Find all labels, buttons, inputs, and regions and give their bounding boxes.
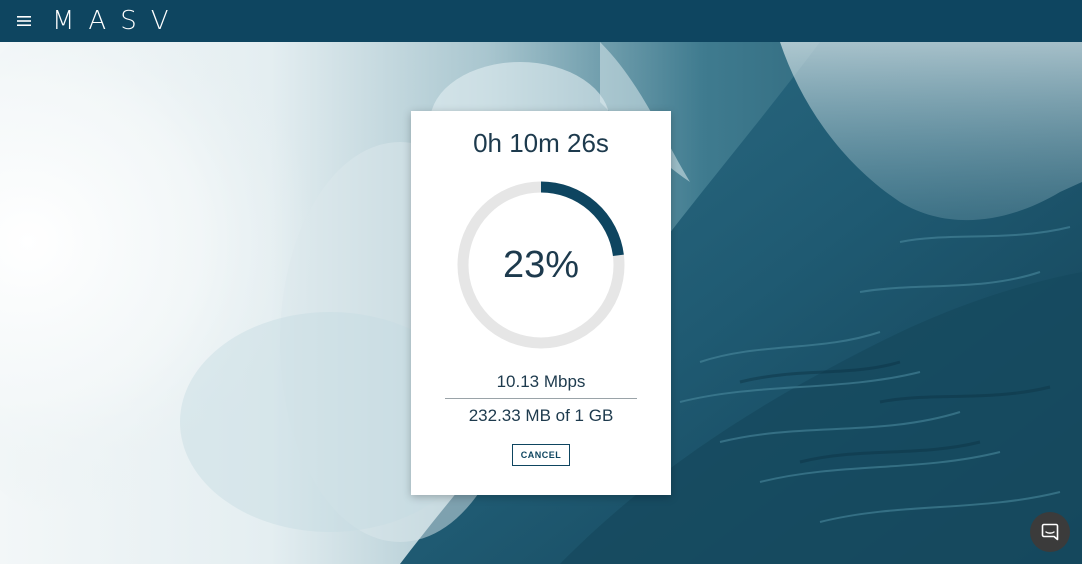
hamburger-menu-icon — [17, 16, 31, 26]
cancel-button[interactable]: CANCEL — [512, 444, 570, 466]
chat-launcher-button[interactable] — [1030, 512, 1070, 552]
progress-percent: 23% — [502, 243, 580, 286]
elapsed-time: 0h 10m 26s — [473, 128, 609, 158]
transfer-speed: 10.13 Mbps — [496, 372, 586, 391]
chat-bubble-icon — [1041, 523, 1059, 541]
top-app-bar: MASV — [0, 0, 1082, 42]
transfer-progress-card: 0h 10m 26s 23% 10.13 Mbps 232.33 MB of 1… — [411, 111, 671, 495]
transferred-size: 232.33 MB of 1 GB — [468, 406, 614, 425]
divider — [445, 398, 637, 399]
masv-logo[interactable]: MASV — [52, 0, 183, 42]
menu-button[interactable] — [0, 0, 48, 42]
upload-progress-page: MASV 0h 10m 26s 23% 10.13 Mbps 232.33 MB… — [0, 0, 1082, 564]
